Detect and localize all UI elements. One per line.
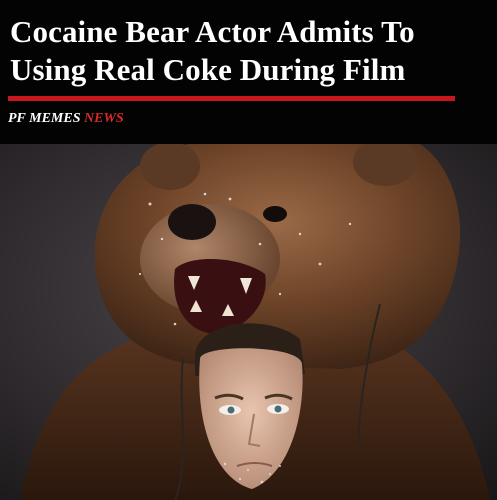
- headline: Cocaine Bear Actor Admits To Using Real …: [10, 13, 490, 89]
- meme-card: Cocaine Bear Actor Admits To Using Real …: [0, 0, 497, 500]
- bear-photo: [0, 144, 497, 500]
- byline-section: NEWS: [84, 111, 124, 126]
- bear-nose: [168, 204, 216, 240]
- headline-line-1: Cocaine Bear Actor Admits To: [10, 14, 415, 49]
- red-divider: [8, 96, 455, 101]
- header-band: Cocaine Bear Actor Admits To Using Real …: [0, 0, 497, 144]
- bear-eye: [263, 206, 287, 222]
- byline-brand: PF MEMES: [8, 111, 81, 126]
- byline: PF MEMES NEWS: [8, 111, 124, 127]
- bear-ear-left: [140, 144, 200, 190]
- headline-line-2: Using Real Coke During Film: [10, 52, 406, 87]
